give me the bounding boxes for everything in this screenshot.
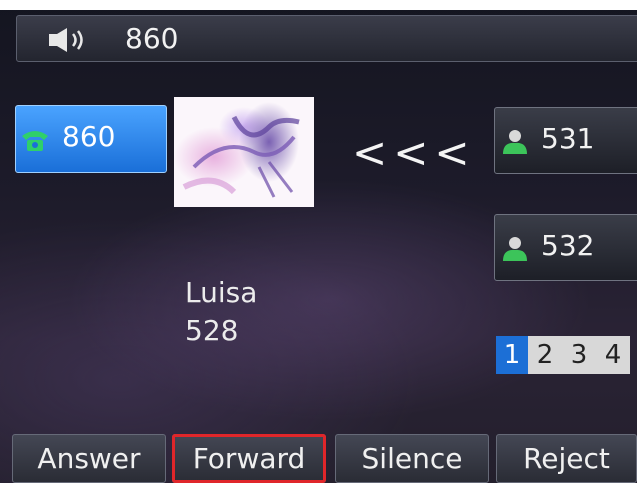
- line-label: 860: [62, 120, 116, 153]
- softkey-bar: Answer Forward Silence Reject: [12, 434, 637, 483]
- caller-name: Luisa: [185, 276, 258, 309]
- page-indicator: 1 2 3 4: [496, 336, 630, 374]
- transfer-arrows: <<<: [352, 128, 476, 177]
- contact-label: 532: [541, 229, 595, 262]
- person-icon: [503, 237, 527, 261]
- reject-button[interactable]: Reject: [496, 434, 637, 483]
- contact-key-531[interactable]: 531: [494, 107, 637, 174]
- silence-button[interactable]: Silence: [335, 434, 489, 483]
- forward-button[interactable]: Forward: [172, 434, 326, 483]
- status-number: 860: [125, 22, 179, 55]
- top-border: [0, 0, 637, 10]
- page-3[interactable]: 3: [562, 336, 596, 374]
- answer-button[interactable]: Answer: [12, 434, 166, 483]
- caller-number: 528: [185, 314, 239, 347]
- line-key-860[interactable]: 860: [15, 105, 167, 173]
- person-icon: [503, 130, 527, 154]
- page-1[interactable]: 1: [496, 336, 528, 374]
- contact-key-532[interactable]: 532: [494, 214, 637, 281]
- status-bar: 860: [16, 15, 637, 62]
- contact-label: 531: [541, 122, 595, 155]
- speaker-icon: [49, 28, 83, 52]
- phone-icon: [22, 131, 48, 151]
- contact-avatar: [174, 97, 314, 207]
- page-2[interactable]: 2: [528, 336, 562, 374]
- page-4[interactable]: 4: [596, 336, 630, 374]
